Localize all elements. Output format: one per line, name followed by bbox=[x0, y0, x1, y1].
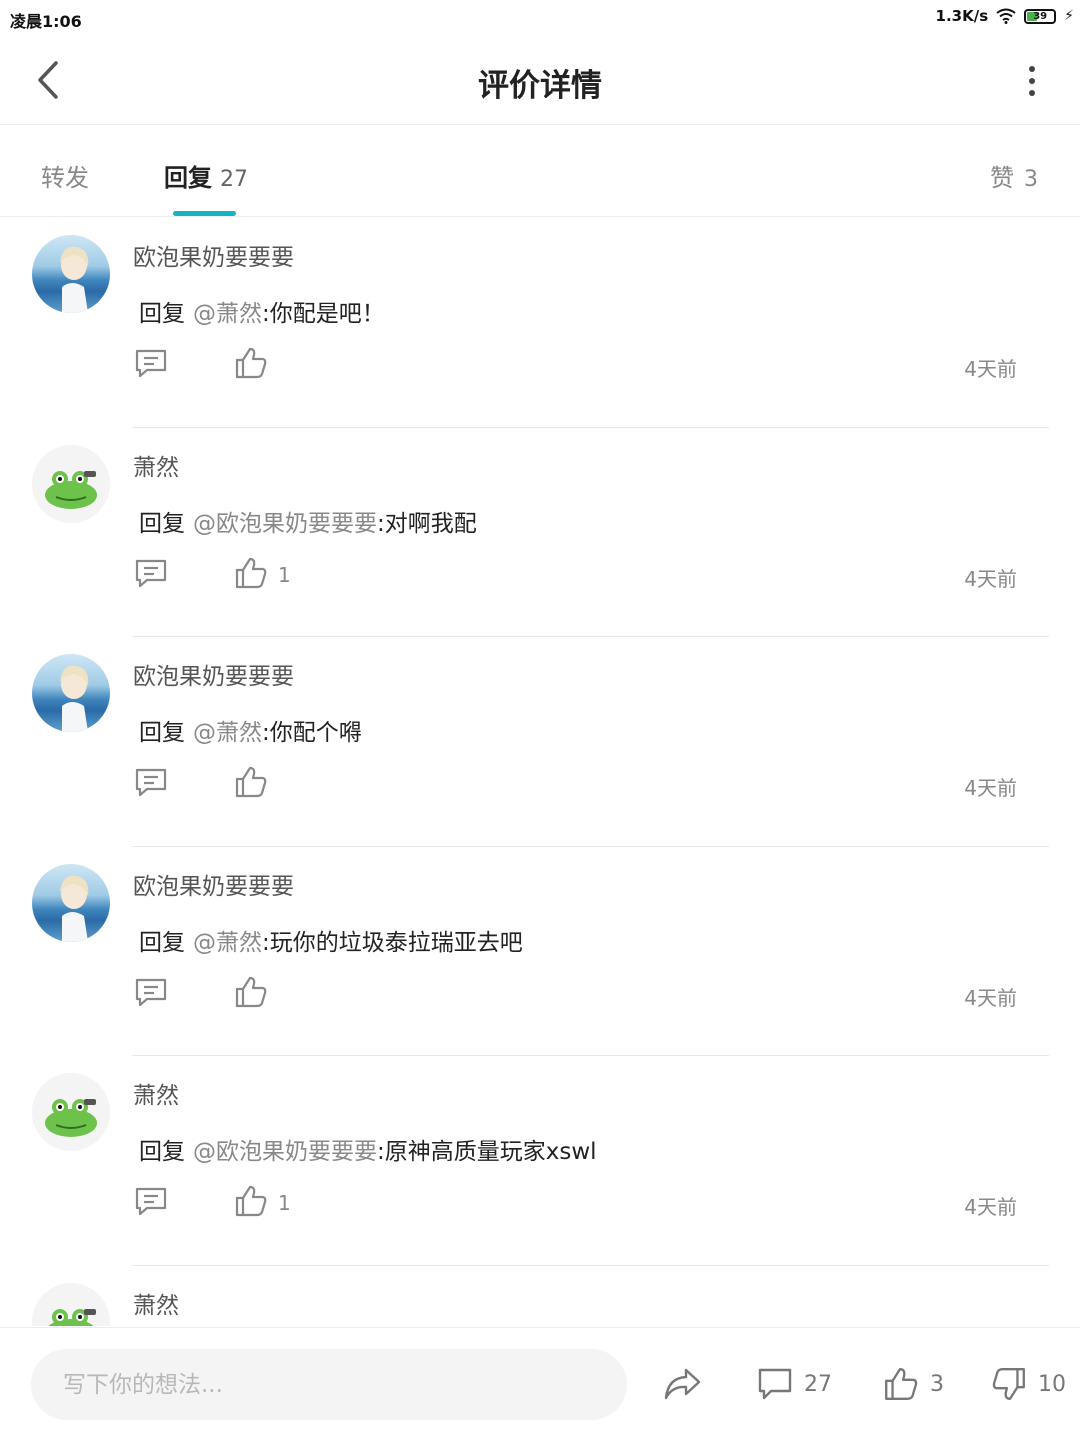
comment-icon[interactable] bbox=[133, 1184, 169, 1220]
thumbs-up-icon bbox=[885, 1368, 918, 1400]
tab-like-label: 赞 bbox=[990, 164, 1014, 192]
avatar[interactable] bbox=[32, 1282, 110, 1326]
share-button[interactable] bbox=[662, 1364, 702, 1404]
reply-text: :你配个嘚 bbox=[262, 720, 362, 746]
reply-prefix: 回复 bbox=[139, 510, 185, 537]
tab-reply-count: 27 bbox=[220, 167, 248, 192]
reply-content: 回复 @欧泡果奶要要要:原神高质量玩家xswl bbox=[139, 1132, 597, 1166]
page-title: 评价详情 bbox=[478, 68, 602, 104]
avatar[interactable] bbox=[32, 1073, 110, 1151]
reply-item: 欧泡果奶要要要 回复 @萧然:你配是吧！ 4天前 bbox=[0, 218, 1080, 428]
comment-icon[interactable] bbox=[133, 346, 169, 382]
avatar-image bbox=[45, 470, 97, 509]
reply-text: :你配是吧！ bbox=[262, 301, 385, 327]
reply-text: :对啊我配 bbox=[377, 510, 477, 537]
reply-author[interactable]: 欧泡果奶要要要 bbox=[133, 238, 294, 272]
thumbs-up-icon[interactable] bbox=[233, 974, 269, 1010]
tab-like-count: 3 bbox=[1024, 167, 1038, 192]
battery-icon: 39 bbox=[1024, 8, 1057, 24]
thumbs-up-icon[interactable] bbox=[233, 1183, 269, 1219]
avatar[interactable] bbox=[32, 654, 110, 732]
tab-reply-label: 回复 bbox=[164, 164, 212, 192]
avatar-image bbox=[60, 665, 89, 732]
avatar-image bbox=[45, 1099, 97, 1137]
avatar[interactable] bbox=[32, 863, 110, 942]
like-count: 1 bbox=[278, 562, 291, 587]
like-total: 3 bbox=[930, 1371, 944, 1397]
comment-count: 27 bbox=[804, 1371, 832, 1397]
reply-time: 4天前 bbox=[964, 357, 1017, 381]
reply-item: 萧然 bbox=[0, 1266, 1080, 1326]
title-bar: 评价详情 bbox=[0, 36, 1080, 125]
reply-mention[interactable]: @欧泡果奶要要要 bbox=[193, 1139, 377, 1165]
charging-icon: ⚡ bbox=[1064, 8, 1074, 24]
reply-time: 4天前 bbox=[964, 776, 1017, 800]
reply-item: 萧然 回复 @欧泡果奶要要要:原神高质量玩家xswl 1 4天前 bbox=[0, 1056, 1080, 1266]
reply-time: 4天前 bbox=[964, 985, 1017, 1010]
reply-item: 欧泡果奶要要要 回复 @萧然:玩你的垃圾泰拉瑞亚去吧 4天前 bbox=[0, 847, 1080, 1056]
reply-author[interactable]: 萧然 bbox=[133, 1286, 179, 1320]
comments-button[interactable]: 27 bbox=[756, 1364, 832, 1404]
like-count: 1 bbox=[278, 1191, 291, 1215]
tab-like[interactable]: 赞3 bbox=[990, 158, 1038, 193]
reply-prefix: 回复 bbox=[139, 1139, 185, 1165]
avatar-image bbox=[47, 1308, 96, 1326]
status-right: 1.3K/s 39 ⚡ bbox=[936, 7, 1074, 25]
reply-mention[interactable]: @萧然 bbox=[193, 301, 262, 327]
reply-author[interactable]: 萧然 bbox=[133, 448, 179, 482]
comment-icon[interactable] bbox=[133, 975, 169, 1011]
thumbs-down-icon bbox=[992, 1368, 1025, 1400]
thumbs-up-icon[interactable] bbox=[233, 555, 269, 591]
comment-icon bbox=[758, 1368, 792, 1400]
avatar-image bbox=[60, 875, 89, 942]
reply-text: :玩你的垃圾泰拉瑞亚去吧 bbox=[262, 929, 523, 956]
tab-active-indicator bbox=[173, 211, 236, 216]
tab-bar: 转发 回复 27 赞3 bbox=[0, 126, 1080, 217]
reply-item: 欧泡果奶要要要 回复 @萧然:你配个嘚 4天前 bbox=[0, 637, 1080, 847]
comment-icon[interactable] bbox=[133, 765, 169, 801]
thumbs-up-icon[interactable] bbox=[233, 345, 269, 381]
reply-prefix: 回复 bbox=[139, 929, 185, 956]
reply-item: 萧然 回复 @欧泡果奶要要要:对啊我配 1 4天前 bbox=[0, 428, 1080, 637]
avatar[interactable] bbox=[32, 444, 110, 523]
reply-content: 回复 @萧然:你配是吧！ bbox=[139, 294, 385, 328]
thumbs-up-icon[interactable] bbox=[233, 764, 269, 800]
avatar-image bbox=[60, 246, 89, 313]
like-button[interactable]: 3 bbox=[882, 1364, 944, 1404]
comment-input[interactable] bbox=[31, 1349, 627, 1420]
reply-time: 4天前 bbox=[964, 566, 1017, 591]
reply-author[interactable]: 欧泡果奶要要要 bbox=[133, 657, 294, 691]
more-vertical-icon[interactable] bbox=[1022, 66, 1042, 96]
reply-content: 回复 @萧然:玩你的垃圾泰拉瑞亚去吧 bbox=[139, 923, 523, 957]
reply-time: 4天前 bbox=[964, 1195, 1017, 1219]
reply-prefix: 回复 bbox=[139, 301, 185, 327]
bottom-bar: 27 3 10 bbox=[0, 1327, 1080, 1440]
reply-mention[interactable]: @萧然 bbox=[193, 720, 262, 746]
tab-reply[interactable]: 回复 27 bbox=[164, 158, 248, 193]
avatar[interactable] bbox=[32, 235, 110, 313]
reply-author[interactable]: 萧然 bbox=[133, 1076, 179, 1110]
wifi-icon bbox=[996, 8, 1016, 24]
reply-content: 回复 @欧泡果奶要要要:对啊我配 bbox=[139, 504, 477, 538]
status-bar: 凌晨1:06 1.3K/s 39 ⚡ bbox=[0, 0, 1080, 36]
reply-mention[interactable]: @萧然 bbox=[193, 930, 262, 956]
tab-forward-label: 转发 bbox=[41, 164, 89, 192]
reply-content: 回复 @萧然:你配个嘚 bbox=[139, 713, 362, 747]
reply-mention[interactable]: @欧泡果奶要要要 bbox=[193, 511, 377, 537]
reply-list[interactable]: 欧泡果奶要要要 回复 @萧然:你配是吧！ 4天前 萧然 回复 @欧泡果奶要要要:对啊… bbox=[0, 218, 1080, 1326]
reply-text: :原神高质量玩家xswl bbox=[377, 1139, 597, 1165]
share-icon bbox=[664, 1368, 701, 1400]
tab-forward[interactable]: 转发 bbox=[41, 158, 89, 193]
reply-author[interactable]: 欧泡果奶要要要 bbox=[133, 867, 294, 901]
comment-icon[interactable] bbox=[133, 556, 169, 592]
battery-level: 39 bbox=[1033, 10, 1048, 22]
dislike-button[interactable]: 10 bbox=[990, 1364, 1066, 1404]
status-time: 凌晨1:06 bbox=[10, 12, 82, 31]
network-speed: 1.3K/s bbox=[935, 7, 989, 25]
dislike-total: 10 bbox=[1038, 1371, 1066, 1397]
reply-prefix: 回复 bbox=[139, 720, 185, 746]
